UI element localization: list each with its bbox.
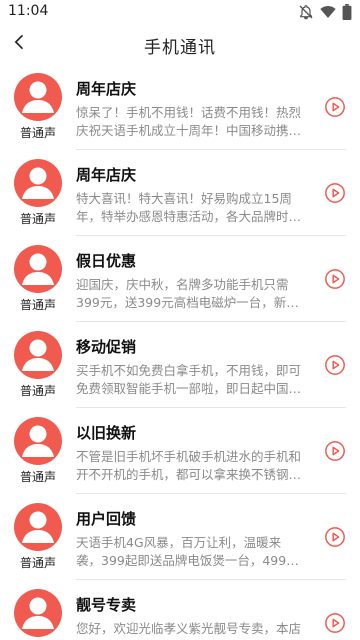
avatar: [14, 417, 62, 465]
avatar: [14, 73, 62, 121]
user-icon: [14, 503, 62, 551]
item-title: 假日优惠: [76, 252, 137, 270]
user-icon: [14, 589, 62, 637]
battery-icon: [342, 4, 352, 20]
item-title: 移动促销: [76, 338, 137, 356]
notifications-off-icon: [298, 4, 314, 20]
item-description: 特大喜讯！特大喜讯！好易购成立15周年，特举办感恩特惠活动，各大品牌时尚手机..…: [76, 191, 302, 224]
user-icon: [14, 417, 62, 465]
list-item[interactable]: 普通声 用户回馈 天语手机4G风暴，百万让利，温暖来袭，399起即送品牌电饭煲一…: [0, 494, 360, 580]
play-button[interactable]: [324, 526, 346, 548]
play-button[interactable]: [324, 354, 346, 376]
wifi-icon: [320, 4, 336, 20]
play-button[interactable]: [324, 182, 346, 204]
avatar: [14, 589, 62, 637]
avatar: [14, 245, 62, 293]
status-time: 11:04: [8, 3, 49, 19]
avatar: [14, 503, 62, 551]
avatar-block: 普通声: [14, 589, 62, 640]
avatar-block: 普通声: [14, 417, 62, 485]
avatar-block: 普通声: [14, 331, 62, 399]
item-description: 不管是旧手机坏手机破手机进水的手机和开不开机的手机，都可以拿来换不锈钢脸盆...: [76, 449, 302, 482]
list-item[interactable]: 普通声 假日优惠 迎国庆，庆中秋，名牌多功能手机只需399元，送399元高档电磁…: [0, 236, 360, 322]
user-icon: [14, 73, 62, 121]
voice-type-label: 普通声: [19, 298, 56, 312]
item-title: 用户回馈: [76, 510, 137, 528]
voice-type-label: 普通声: [19, 470, 56, 484]
play-circle-icon: [324, 97, 346, 122]
item-title: 周年店庆: [76, 80, 137, 98]
item-title: 周年店庆: [76, 166, 137, 184]
item-title: 以旧换新: [76, 424, 137, 442]
item-description: 迎国庆，庆中秋，名牌多功能手机只需399元，送399元高档电磁炉一台，新款安卓.…: [76, 277, 299, 310]
avatar: [14, 159, 62, 207]
user-icon: [14, 159, 62, 207]
page-title: 手机通讯: [144, 38, 216, 58]
play-circle-icon: [324, 527, 346, 552]
avatar-block: 普通声: [14, 245, 62, 313]
avatar: [14, 331, 62, 379]
play-button[interactable]: [324, 612, 346, 634]
avatar-block: 普通声: [14, 73, 62, 141]
item-description: 惊呆了！手机不用钱！话费不用钱！热烈庆祝天语手机成立十周年！中国移动携手天...: [76, 105, 302, 138]
voice-type-label: 普通声: [19, 212, 56, 226]
app-bar: 手机通讯: [0, 24, 360, 64]
voice-type-label: 普通声: [19, 126, 56, 140]
play-circle-icon: [324, 269, 346, 294]
list-item[interactable]: 普通声 靓号专卖 您好，欢迎光临孝义紫光靓号专卖，本店长...: [0, 580, 360, 640]
message-list[interactable]: 普通声 周年店庆 惊呆了！手机不用钱！话费不用钱！热烈庆祝天语手机成立十周年！中…: [0, 64, 360, 640]
play-button[interactable]: [324, 440, 346, 462]
voice-type-label: 普通声: [19, 556, 56, 570]
avatar-block: 普通声: [14, 503, 62, 571]
item-description: 买手机不如免费白拿手机，不用钱，即可免费领取智能手机一部啦，即日起中国移动...: [76, 363, 302, 396]
play-circle-icon: [324, 441, 346, 466]
list-item[interactable]: 普通声 周年店庆 特大喜讯！特大喜讯！好易购成立15周年，特举办感恩特惠活动，各…: [0, 150, 360, 236]
item-title: 靓号专卖: [76, 596, 137, 614]
play-circle-icon: [324, 355, 346, 380]
voice-type-label: 普通声: [19, 384, 56, 398]
user-icon: [14, 245, 62, 293]
item-description: 天语手机4G风暴，百万让利，温暖来袭，399起即送品牌电饭煲一台，499即送品牌…: [76, 535, 299, 568]
play-button[interactable]: [324, 268, 346, 290]
user-icon: [14, 331, 62, 379]
list-item[interactable]: 普通声 移动促销 买手机不如免费白拿手机，不用钱，即可免费领取智能手机一部啦，即…: [0, 322, 360, 408]
play-circle-icon: [324, 613, 346, 638]
avatar-block: 普通声: [14, 159, 62, 227]
status-icons: [298, 4, 352, 20]
play-circle-icon: [324, 183, 346, 208]
item-description: 您好，欢迎光临孝义紫光靓号专卖，本店长...: [76, 621, 302, 640]
play-button[interactable]: [324, 96, 346, 118]
status-bar: 11:04: [0, 0, 360, 24]
list-item[interactable]: 普通声 周年店庆 惊呆了！手机不用钱！话费不用钱！热烈庆祝天语手机成立十周年！中…: [0, 64, 360, 150]
list-item[interactable]: 普通声 以旧换新 不管是旧手机坏手机破手机进水的手机和开不开机的手机，都可以拿来…: [0, 408, 360, 494]
